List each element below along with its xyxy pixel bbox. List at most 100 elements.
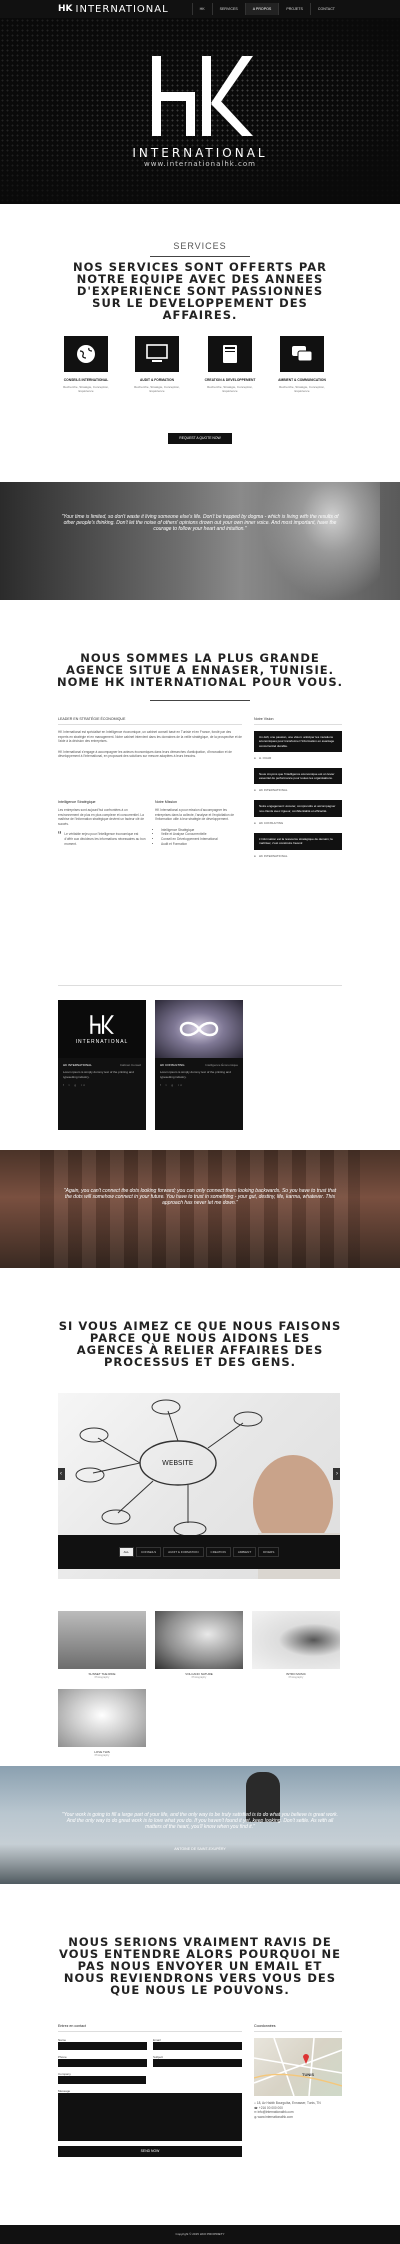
sidebar-title: Notre Vision <box>254 717 342 725</box>
service-title: AMBIENT & COMMUNICATION <box>278 378 326 382</box>
service-desc: Recherche, Stratégie, Conception, Expéri… <box>134 385 180 393</box>
web-line[interactable]: ◍ www.internationalhk.com <box>254 2115 342 2120</box>
map[interactable]: TUNIS <box>254 2038 342 2096</box>
mission-list: Intelligence Stratégique Veille et Analy… <box>155 828 243 846</box>
sidebar-meta: ● HK CONSULTING <box>254 821 284 826</box>
service-card[interactable]: CREATION & DEVELOPPEMENT Recherche, Stra… <box>204 336 256 393</box>
service-desc: Recherche, Stratégie, Conception, Expéri… <box>279 385 325 393</box>
sidebar-meta: ● H. OUAR <box>254 755 272 760</box>
nav-item-hk[interactable]: HK <box>191 3 212 15</box>
projects-headline: SI VOUS AIMEZ CE QUE NOUS FAISONS PARCE … <box>58 1319 342 1369</box>
user-icon: ● <box>254 853 256 858</box>
hk-logo-mark <box>90 1015 114 1034</box>
chat-icon <box>292 346 313 362</box>
team-card[interactable]: HK CONSULTING Intelligence Économique Lo… <box>155 1000 243 1130</box>
col-quote-text: Le véritable enjeu pour l'intelligence é… <box>64 832 146 846</box>
user-icon: ● <box>254 788 256 793</box>
portfolio-item[interactable]: LOVE THIS Photography <box>58 1689 146 1757</box>
phone-field[interactable] <box>58 2059 147 2067</box>
divider <box>150 256 250 257</box>
portfolio-sub: Photography <box>94 1754 110 1757</box>
portfolio-item[interactable]: SUNSET THE RIDE Photography <box>58 1611 146 1679</box>
sidebar-post: Notre engagement: écouter, comprendre et… <box>254 800 342 818</box>
service-card[interactable]: CONSEILS INTERNATIONAL Recherche, Straté… <box>60 336 112 393</box>
col-text: HK International a pour mission d'accomp… <box>155 808 235 822</box>
portfolio-filters: ALL CONSEILS AUDIT & FORMATION CREATION … <box>58 1535 340 1569</box>
intro-paragraph: HK International s'engage à accompagner … <box>58 749 232 759</box>
coords-title: Coordonnées <box>254 2024 342 2032</box>
team-name: HK CONSULTING <box>160 1063 185 1067</box>
portfolio-item[interactable]: VOLCANO NATURE Photography <box>155 1611 243 1679</box>
social-icons[interactable]: f t g in <box>63 1083 141 1087</box>
filter-creation[interactable]: CREATION <box>205 1547 231 1557</box>
quote-band-3: "Your work is going to fill a large part… <box>0 1766 400 1884</box>
team-text: Lorem ipsum is simply dummy text of the … <box>63 1070 134 1079</box>
list-item: Audit et Formation <box>161 842 243 847</box>
team-role: Cabinet Conseil <box>119 1063 141 1067</box>
contact-form: Entrez en contact Name Email Phone Subje… <box>58 2024 242 2157</box>
service-card[interactable]: AUDIT & FORMATION Recherche, Stratégie, … <box>131 336 183 393</box>
sidebar-meta: ● HK INTERNATIONAL <box>254 788 288 793</box>
quote-text: "Again, you can't connect the dots looki… <box>63 1188 337 1206</box>
service-card[interactable]: AMBIENT & COMMUNICATION Recherche, Strat… <box>276 336 328 393</box>
filter-divers[interactable]: DIVERS <box>258 1547 280 1557</box>
team-card[interactable]: INTERNATIONAL HK INTERNATIONAL Cabinet C… <box>58 1000 146 1130</box>
logo-mark: HK <box>58 4 73 14</box>
social-icons[interactable]: f t g in <box>160 1083 238 1087</box>
carousel-prev[interactable]: ‹ <box>58 1468 65 1480</box>
quote-text: "Your work is going to fill a large part… <box>61 1812 339 1830</box>
copyright: Copyright © 2015 HKO PROPRIETY <box>175 2232 225 2236</box>
team-logo: INTERNATIONAL <box>58 1000 146 1058</box>
nav-item-services[interactable]: SERVICES <box>211 3 245 15</box>
service-title: AUDIT & FORMATION <box>139 378 174 382</box>
portfolio-thumb <box>58 1689 146 1747</box>
team-logo-text: INTERNATIONAL <box>75 1039 129 1045</box>
send-button[interactable]: SEND NOW <box>58 2146 242 2157</box>
email-field[interactable] <box>153 2042 242 2050</box>
col-text: Les entreprises sont aujourd'hui confron… <box>58 808 145 826</box>
portfolio-item[interactable]: INTRO MUSIC Photography <box>252 1611 340 1679</box>
request-quote-button[interactable]: REQUEST A QUOTE NOW <box>168 433 232 444</box>
subject-field[interactable] <box>153 2059 242 2067</box>
site-logo[interactable]: HK INTERNATIONAL <box>58 4 169 15</box>
quote-author: ANTOINE DE SAINT-EXUPÉRY <box>174 1847 226 1851</box>
carousel-next[interactable]: › <box>333 1468 340 1480</box>
quote-text: "Your time is limited, so don't waste it… <box>61 514 339 532</box>
businessman-photo <box>260 482 380 600</box>
globe-icon <box>77 345 95 363</box>
divider <box>150 700 250 701</box>
sidebar-meta: ● HK INTERNATIONAL <box>254 853 288 858</box>
top-navbar: HK INTERNATIONAL HK SERVICES A PROPOS PR… <box>0 0 400 18</box>
nav-item-projets[interactable]: PROJETS <box>278 3 310 15</box>
quote-band-2: "Again, you can't connect the dots looki… <box>0 1150 400 1268</box>
nav-item-apropos[interactable]: A PROPOS <box>244 3 279 15</box>
services-title: SERVICES <box>173 241 227 251</box>
service-title: CONSEILS INTERNATIONAL <box>63 378 109 382</box>
nav-item-contact[interactable]: CONTACT <box>309 3 342 15</box>
intro-paragraph: HK International est spécialisé en Intel… <box>58 730 242 744</box>
portfolio-thumb <box>252 1611 340 1669</box>
name-field[interactable] <box>58 2042 147 2050</box>
company-field[interactable] <box>58 2076 146 2084</box>
contact-headline: NOUS SERIONS VRAIMENT RAVIS DE VOUS ENTE… <box>59 1935 341 1997</box>
col-title: Notre Mission <box>155 800 177 804</box>
user-icon: ● <box>254 755 256 760</box>
map-city: TUNIS <box>302 2072 314 2077</box>
col-title: Intelligence Stratégique <box>58 800 96 804</box>
filter-ambient[interactable]: AMBIENT <box>232 1547 257 1557</box>
service-icon-box <box>64 336 108 372</box>
contact-info: Coordonnées TUNIS ⌂ 18, Av Habib Bourgui… <box>254 2024 342 2119</box>
filter-audit[interactable]: AUDIT & FORMATION <box>163 1547 204 1557</box>
message-field[interactable] <box>58 2093 242 2141</box>
hk-logo-mark <box>152 56 253 136</box>
service-icon-box <box>280 336 324 372</box>
filter-conseils[interactable]: CONSEILS <box>135 1547 162 1557</box>
footer: Copyright © 2015 HKO PROPRIETY <box>0 2225 400 2244</box>
team-text: Lorem ipsum is simply dummy text of the … <box>160 1070 231 1079</box>
form-title: Entrez en contact <box>58 2024 242 2032</box>
service-icon-box <box>135 336 179 372</box>
filter-all[interactable]: ALL <box>118 1547 134 1557</box>
hero-url: www.internationalhk.com <box>144 160 256 168</box>
user-icon: ● <box>254 821 256 826</box>
team-info: HK CONSULTING Intelligence Économique Lo… <box>155 1058 243 1093</box>
